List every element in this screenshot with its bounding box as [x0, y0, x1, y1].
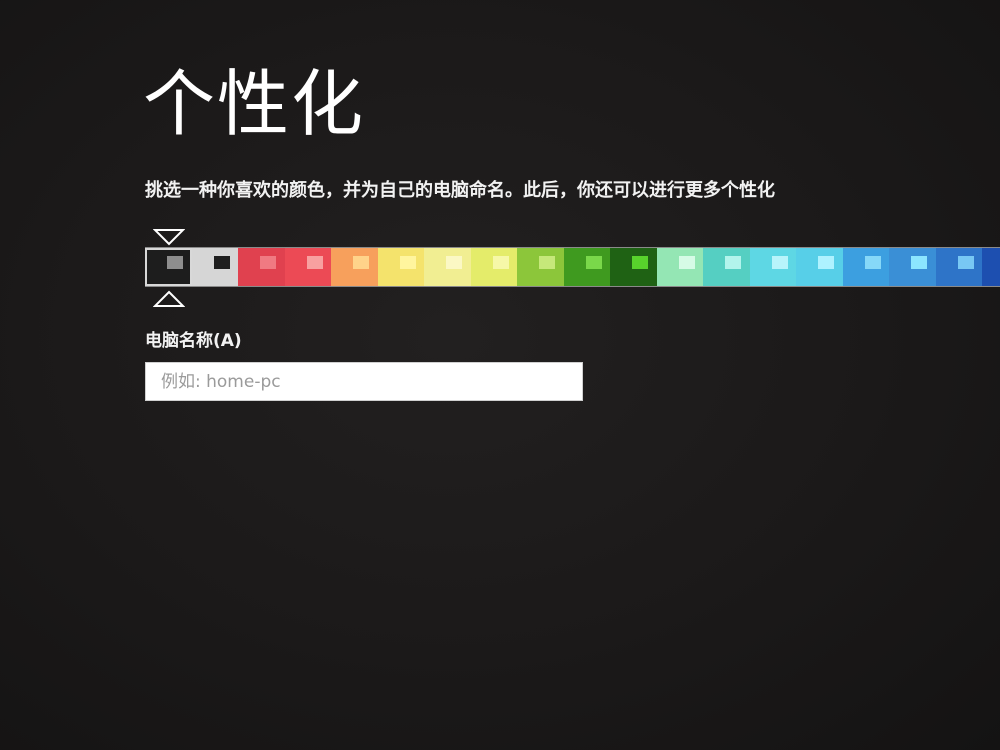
pc-name-label: 电脑名称(A) — [145, 331, 242, 351]
color-swatch-accent — [399, 256, 416, 269]
color-swatch[interactable] — [796, 248, 843, 286]
selected-color-marker-bottom — [153, 290, 185, 307]
color-swatch-accent — [725, 256, 741, 269]
color-swatch[interactable] — [749, 248, 796, 286]
color-swatch[interactable] — [284, 248, 331, 286]
color-swatch[interactable] — [517, 248, 564, 286]
color-swatch-accent — [678, 256, 695, 269]
page-title: 个性化 — [143, 62, 366, 146]
color-swatch[interactable] — [331, 248, 378, 286]
color-swatch[interactable] — [842, 248, 889, 286]
color-swatch[interactable] — [238, 248, 285, 286]
color-picker — [145, 247, 1000, 287]
color-swatch[interactable] — [982, 248, 1000, 286]
selected-color-marker-top — [153, 229, 185, 246]
color-swatch[interactable] — [191, 248, 238, 286]
color-swatch-accent — [260, 256, 276, 269]
color-swatch-accent — [213, 256, 230, 269]
color-swatch-accent — [306, 256, 323, 269]
color-swatch-accent — [771, 256, 788, 269]
color-swatch-accent — [911, 256, 927, 269]
color-swatch[interactable] — [145, 248, 192, 286]
color-swatch[interactable] — [470, 248, 517, 286]
color-swatch[interactable] — [656, 248, 703, 286]
color-swatch[interactable] — [703, 248, 750, 286]
color-swatch[interactable] — [563, 248, 610, 286]
color-swatch[interactable] — [610, 248, 657, 286]
color-swatch-accent — [585, 256, 602, 269]
color-swatch-accent — [353, 256, 369, 269]
color-swatch-accent — [957, 256, 974, 269]
color-swatch-accent — [167, 256, 183, 269]
color-swatch-accent — [864, 256, 881, 269]
color-swatch[interactable] — [424, 248, 471, 286]
color-swatch-accent — [632, 256, 648, 269]
color-swatch-accent — [492, 256, 509, 269]
color-swatch[interactable] — [377, 248, 424, 286]
color-swatch-accent — [818, 256, 834, 269]
color-swatch[interactable] — [935, 248, 982, 286]
color-swatch-accent — [446, 256, 462, 269]
pc-name-input[interactable] — [145, 362, 583, 401]
page-subtitle: 挑选一种你喜欢的颜色，并为自己的电脑命名。此后，你还可以进行更多个性化 — [145, 180, 775, 201]
oobe-personalize-screen: 个性化 挑选一种你喜欢的颜色，并为自己的电脑命名。此后，你还可以进行更多个性化 … — [0, 0, 1000, 750]
color-swatch-accent — [539, 256, 555, 269]
color-swatch[interactable] — [889, 248, 936, 286]
